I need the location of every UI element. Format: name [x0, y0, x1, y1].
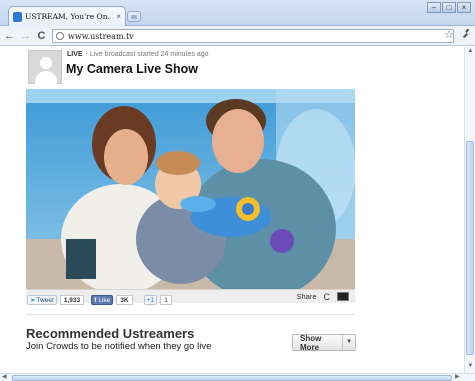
- wrench-menu-icon[interactable]: [462, 28, 472, 42]
- video-player[interactable]: [26, 89, 355, 289]
- tweet-label: Tweet: [36, 296, 54, 304]
- plusone-button[interactable]: +1: [143, 295, 158, 306]
- avatar[interactable]: [28, 50, 62, 85]
- close-window-button[interactable]: ×: [457, 2, 471, 13]
- globe-icon: [56, 32, 64, 40]
- live-status: LIVE - Live broadcast started 24 minutes …: [67, 51, 209, 58]
- scroll-right-icon[interactable]: ▶: [455, 373, 460, 380]
- video-frame-image: [26, 89, 355, 289]
- minimize-button[interactable]: –: [427, 2, 441, 13]
- window-controls: – □ ×: [427, 2, 471, 13]
- fullscreen-icon[interactable]: [337, 292, 349, 301]
- social-buttons: ➤ Tweet 1,933 f Like 3K +1 1: [27, 294, 176, 306]
- browser-titlebar: USTREAM, You're On. Free L × – □ ×: [0, 0, 475, 26]
- url-text[interactable]: www.ustream.tv: [68, 32, 134, 41]
- recommended-title: Recommended Ustreamers: [26, 326, 195, 341]
- scroll-down-icon[interactable]: ▼: [467, 363, 474, 369]
- like-label: Like: [98, 296, 111, 304]
- live-label: LIVE: [67, 51, 83, 58]
- avatar-head: [40, 57, 52, 69]
- like-count: 3K: [116, 295, 133, 306]
- tweet-button[interactable]: ➤ Tweet: [27, 295, 57, 306]
- new-tab-icon: [131, 14, 137, 19]
- recommended-subtitle: Join Crowds to be notified when they go …: [26, 341, 212, 352]
- plusone-count: 1: [160, 295, 172, 306]
- tweet-count: 1,933: [59, 295, 85, 306]
- facebook-icon: f: [94, 296, 97, 304]
- new-tab-button[interactable]: [127, 11, 141, 22]
- reload-icon[interactable]: C: [35, 30, 48, 42]
- show-more-button[interactable]: Show More ▼: [292, 333, 356, 352]
- address-bar[interactable]: www.ustream.tv: [52, 29, 454, 43]
- vertical-scrollbar[interactable]: ▲ ▼: [464, 47, 475, 373]
- vertical-scroll-thumb[interactable]: [466, 141, 474, 355]
- bookmark-star-icon[interactable]: ☆: [444, 28, 454, 41]
- browser-toolbar: ← → C www.ustream.tv ☆: [0, 26, 475, 46]
- twitter-bird-icon: ➤: [30, 297, 36, 305]
- share-button[interactable]: Share: [296, 292, 316, 301]
- tab-title: USTREAM, You're On. Free L: [25, 12, 113, 21]
- chevron-down-icon[interactable]: ▼: [342, 335, 355, 350]
- tab-close-icon[interactable]: ×: [116, 12, 121, 21]
- horizontal-scroll-thumb[interactable]: [12, 375, 452, 381]
- scroll-left-icon[interactable]: ◀: [2, 373, 7, 380]
- back-icon[interactable]: ←: [3, 30, 16, 42]
- facebook-like-button[interactable]: f Like: [91, 295, 114, 306]
- show-title[interactable]: My Camera Live Show: [66, 62, 198, 76]
- show-more-label: Show More: [300, 333, 322, 352]
- section-divider: [26, 314, 355, 315]
- refresh-icon[interactable]: C: [324, 292, 331, 302]
- page-content: LIVE - Live broadcast started 24 minutes …: [0, 47, 464, 373]
- maximize-button[interactable]: □: [442, 2, 456, 13]
- live-status-text: - Live broadcast started 24 minutes ago: [85, 51, 209, 58]
- horizontal-scrollbar[interactable]: ◀ ▶: [0, 373, 475, 381]
- avatar-body: [35, 71, 57, 85]
- scroll-up-icon[interactable]: ▲: [467, 48, 474, 54]
- browser-tab[interactable]: USTREAM, You're On. Free L ×: [8, 6, 126, 26]
- forward-icon[interactable]: →: [19, 30, 32, 42]
- ustream-favicon-icon: [13, 11, 22, 22]
